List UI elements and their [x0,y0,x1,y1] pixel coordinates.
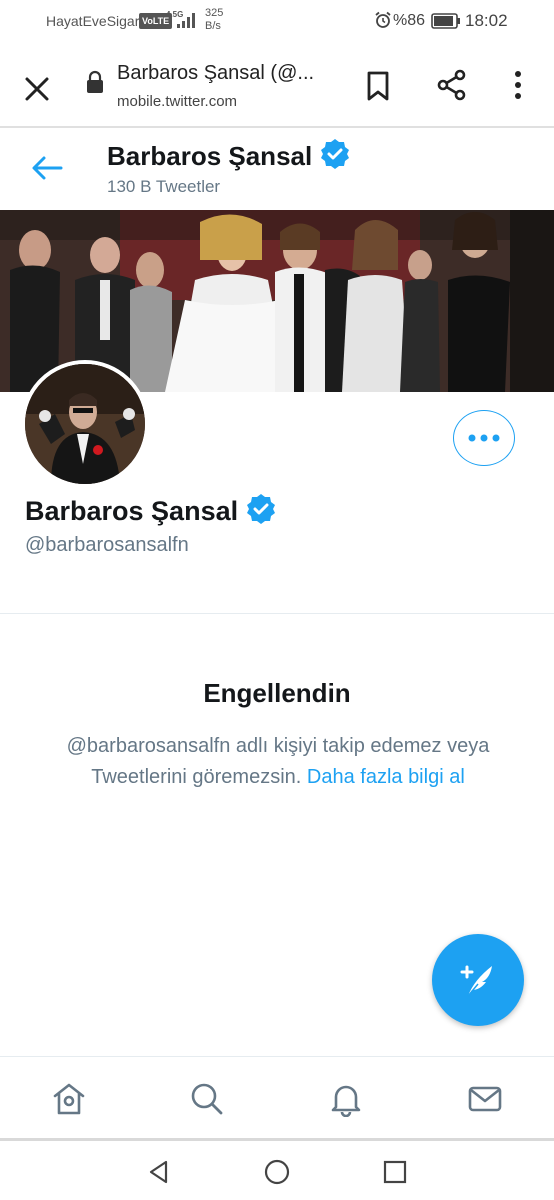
bookmark-icon [367,71,389,101]
browser-url[interactable]: mobile.twitter.com [117,93,237,110]
profile-header: Barbaros Şansal 130 B Tweetler [0,130,554,210]
section-divider [0,613,554,614]
system-home-button[interactable] [262,1157,292,1187]
clock: 18:02 [465,11,508,30]
system-navigation-bar [0,1138,554,1200]
system-recents-button[interactable] [380,1157,410,1187]
blocked-message-block: @barbarosansalfn adlı kişiyi takip edeme… [28,731,528,793]
header-name-row: Barbaros Şansal [107,138,351,175]
browser-menu-button[interactable] [508,69,528,106]
close-tab-button[interactable] [20,72,54,106]
lock-icon [86,70,104,99]
nav-notifications[interactable] [326,1079,366,1119]
square-recents-icon [383,1160,407,1184]
browser-page-title: Barbaros Şansal (@... [117,62,315,84]
nav-home[interactable] [49,1079,89,1119]
speed-value: 325 [205,7,224,19]
share-button[interactable] [436,69,468,106]
profile-name-row: Barbaros Şansal [25,493,277,530]
home-icon [53,1083,85,1115]
back-button[interactable] [30,154,64,187]
compose-tweet-icon [460,965,492,997]
more-horizontal-icon [468,434,500,442]
close-icon [25,77,49,101]
speed-unit: B/s [205,20,221,32]
page: HayatEveSigar VoLTE 4.5G 325 B/s %86 18:… [0,0,554,1200]
battery-percent: %86 [393,12,426,29]
learn-more-link[interactable]: Daha fazla bilgi al [307,766,465,788]
bookmark-button[interactable] [364,70,392,107]
arrow-left-icon [32,156,63,180]
verified-badge-icon [319,138,351,175]
verified-badge-icon [245,493,277,530]
bell-icon [331,1085,361,1117]
blocked-title: Engellendin [203,678,351,708]
battery-icon [431,13,461,32]
signal-icon [176,12,198,31]
nav-search[interactable] [187,1079,227,1119]
status-bar: HayatEveSigar VoLTE 4.5G 325 B/s %86 18:… [0,0,554,42]
avatar[interactable] [21,360,149,488]
triangle-back-icon [149,1160,168,1184]
share-icon [437,69,466,101]
mail-icon [468,1086,502,1112]
circle-home-icon [264,1159,290,1185]
tweet-count: 130 B Tweetler [107,177,221,196]
network-speed: 325 B/s [205,7,223,33]
compose-tweet-button[interactable] [432,934,524,1026]
avatar-image [25,364,145,484]
bottom-navigation [0,1056,554,1138]
alarm-icon [374,11,392,32]
search-icon [191,1083,223,1115]
profile-name: Barbaros Şansal [25,496,239,526]
carrier-label: HayatEveSigar [46,13,140,29]
nav-messages[interactable] [465,1079,505,1119]
browser-toolbar: Barbaros Şansal (@... mobile.twitter.com [0,42,554,128]
more-vertical-icon [515,71,521,99]
profile-more-button[interactable] [453,410,515,466]
header-name: Barbaros Şansal [107,141,313,171]
profile-handle: @barbarosansalfn [25,534,189,556]
system-back-button[interactable] [144,1157,174,1187]
